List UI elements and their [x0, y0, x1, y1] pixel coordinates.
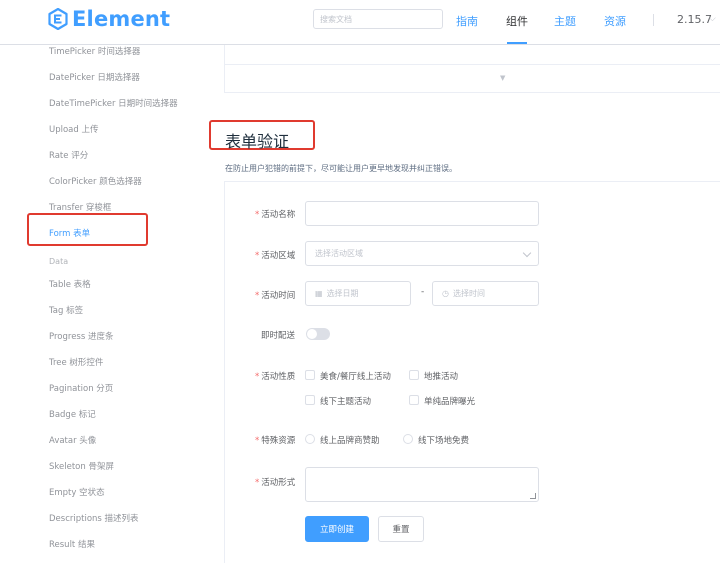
- radio-online-sponsor[interactable]: [305, 434, 315, 444]
- calendar-icon: ▦: [315, 289, 323, 298]
- nature-label: * 活动性质: [255, 372, 296, 382]
- time-picker-input[interactable]: ◷ 选择时间: [432, 281, 539, 306]
- checkbox-ground-promo[interactable]: [409, 370, 419, 380]
- sidebar-item-descriptions[interactable]: Descriptions 描述列表: [49, 512, 139, 524]
- sidebar-item-result[interactable]: Result 结果: [49, 538, 95, 550]
- element-logo[interactable]: Element: [48, 7, 170, 31]
- radio-label[interactable]: 线上品牌商赞助: [320, 434, 380, 446]
- sidebar-item-upload[interactable]: Upload 上传: [49, 123, 99, 135]
- sidebar-item-colorpicker[interactable]: ColorPicker 颜色选择器: [49, 175, 142, 187]
- checkbox-label[interactable]: 美食/餐厅线上活动: [320, 370, 391, 382]
- name-input[interactable]: [305, 201, 539, 226]
- sidebar-item-skeleton[interactable]: Skeleton 骨架屏: [49, 460, 114, 472]
- checkbox-offline-theme[interactable]: [305, 395, 315, 405]
- previous-demo-block: [224, 45, 720, 93]
- create-button[interactable]: 立即创建: [305, 516, 369, 542]
- radio-label[interactable]: 线下场地免费: [418, 434, 469, 446]
- sidebar-item-table[interactable]: Table 表格: [49, 278, 91, 290]
- date-picker-input[interactable]: ▦ 选择日期: [305, 281, 411, 306]
- checkbox-label[interactable]: 线下主题活动: [320, 395, 371, 407]
- sidebar-item-datetimepicker[interactable]: DateTimePicker 日期时间选择器: [49, 97, 178, 109]
- active-nav-underline: [507, 42, 527, 44]
- range-separator: -: [421, 287, 425, 297]
- reset-button[interactable]: 重置: [378, 516, 424, 542]
- switch-knob: [307, 329, 317, 339]
- logo-text: Element: [72, 7, 171, 31]
- form-item-highlight: [27, 213, 148, 246]
- form-demo-block: [224, 181, 720, 563]
- nav-guide[interactable]: 指南: [456, 13, 478, 29]
- region-placeholder: 选择活动区域: [315, 249, 363, 258]
- sidebar-group-data: Data: [49, 257, 69, 266]
- checkbox-brand-exposure[interactable]: [409, 395, 419, 405]
- clock-icon: ◷: [442, 289, 449, 298]
- sidebar-item-empty[interactable]: Empty 空状态: [49, 486, 105, 498]
- form-type-textarea[interactable]: [305, 467, 539, 502]
- checkbox-online-food[interactable]: [305, 370, 315, 380]
- sidebar-item-rate[interactable]: Rate 评分: [49, 149, 88, 161]
- sidebar-item-tree[interactable]: Tree 树形控件: [49, 356, 103, 368]
- sidebar-item-transfer[interactable]: Transfer 穿梭框: [49, 201, 111, 213]
- sidebar-item-progress[interactable]: Progress 进度条: [49, 330, 113, 342]
- sidebar-item-avatar[interactable]: Avatar 头像: [49, 434, 96, 446]
- search-input[interactable]: [313, 9, 443, 29]
- section-title: 表单验证: [225, 132, 290, 151]
- version-selector[interactable]: 2.15.7: [677, 13, 712, 26]
- region-label: * 活动区域: [255, 251, 296, 261]
- region-select[interactable]: 选择活动区域: [305, 241, 539, 266]
- sidebar-item-datepicker[interactable]: DatePicker 日期选择器: [49, 71, 140, 83]
- demo-divider: [224, 64, 720, 65]
- sidebar-item-tag[interactable]: Tag 标签: [49, 304, 83, 316]
- top-header: Element 指南 组件 主题 资源 2.15.7 ⌵: [0, 0, 720, 45]
- sidebar-item-badge[interactable]: Badge 标记: [49, 408, 96, 420]
- nav-resource[interactable]: 资源: [604, 13, 626, 29]
- checkbox-label[interactable]: 单纯品牌曝光: [424, 395, 475, 407]
- time-label: * 活动时间: [255, 291, 296, 301]
- sidebar-item-timepicker[interactable]: TimePicker 时间选择器: [49, 45, 140, 57]
- sidebar: TimePicker 时间选择器 DatePicker 日期选择器 DateTi…: [0, 45, 200, 563]
- section-description: 在防止用户犯错的前提下，尽可能让用户更早地发现并纠正错误。: [225, 164, 457, 173]
- nav-component[interactable]: 组件: [506, 13, 528, 29]
- logo-hexagon-icon: [48, 8, 68, 30]
- chevron-down-icon: [522, 248, 532, 258]
- nav-divider: [653, 14, 654, 26]
- nav-theme[interactable]: 主题: [554, 13, 576, 29]
- delivery-switch[interactable]: [306, 328, 330, 340]
- resize-handle-icon[interactable]: [530, 493, 536, 499]
- resource-label: * 特殊资源: [255, 436, 296, 446]
- expand-code-caret-icon[interactable]: ▼: [500, 74, 505, 82]
- chevron-down-icon[interactable]: ⌵: [709, 14, 716, 24]
- form-type-label: * 活动形式: [255, 478, 296, 488]
- delivery-label: 即时配送: [261, 331, 296, 341]
- checkbox-label[interactable]: 地推活动: [424, 370, 458, 382]
- name-label: * 活动名称: [255, 210, 296, 220]
- sidebar-item-pagination[interactable]: Pagination 分页: [49, 382, 113, 394]
- radio-offline-venue[interactable]: [403, 434, 413, 444]
